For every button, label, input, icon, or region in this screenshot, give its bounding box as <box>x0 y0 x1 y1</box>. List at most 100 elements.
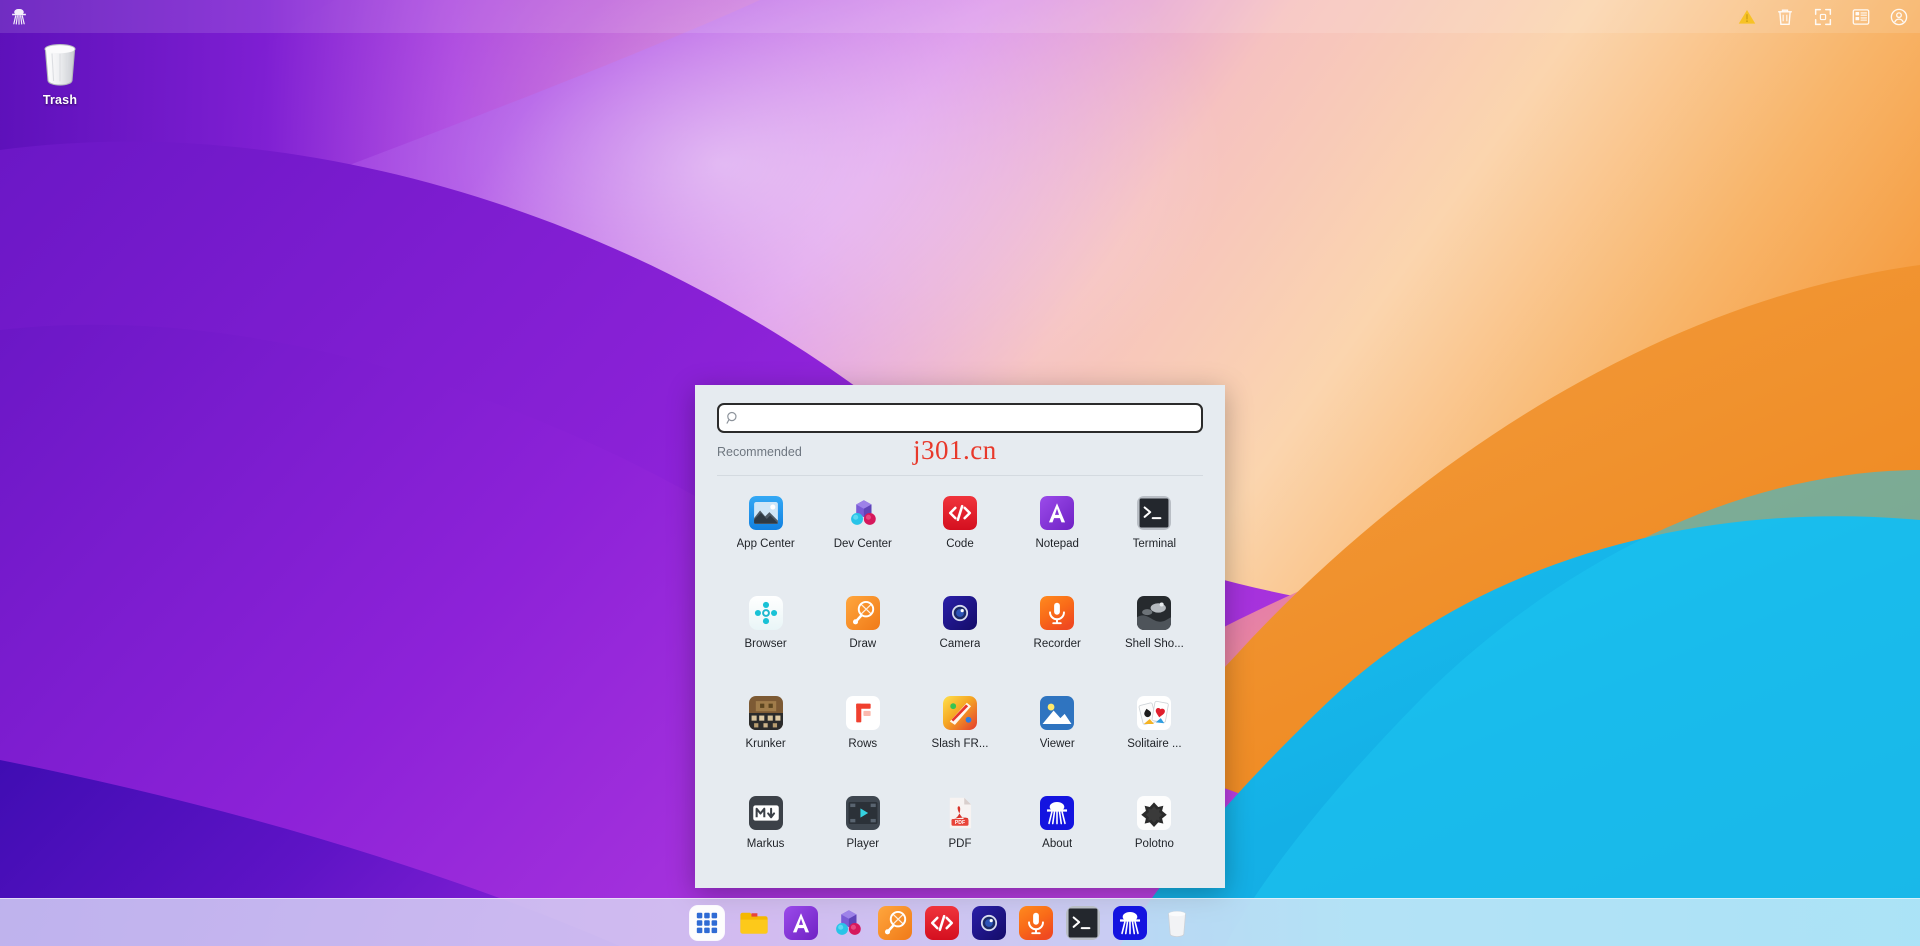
top-bar-right <box>1736 6 1920 28</box>
notepad-icon <box>1040 496 1075 530</box>
app-item-solitaire[interactable]: Solitaire ... <box>1106 686 1203 786</box>
app-item-label: About <box>1042 838 1073 850</box>
taskbar-item-files[interactable] <box>737 906 771 940</box>
recorder-icon <box>1019 905 1053 940</box>
app-item-camera[interactable]: Camera <box>911 586 1008 686</box>
taskbar-item-dev-center[interactable] <box>831 906 865 940</box>
app-item-dev-center[interactable]: Dev Center <box>814 486 911 586</box>
trash-icon <box>44 44 76 86</box>
app-item-polotno[interactable]: Polotno <box>1106 786 1203 886</box>
app-item-recorder[interactable]: Recorder <box>1009 586 1106 686</box>
app-item-label: Code <box>946 538 974 550</box>
shell-shocked-icon <box>1137 596 1172 630</box>
app-item-label: Krunker <box>745 738 786 750</box>
taskbar-item-draw[interactable] <box>878 905 912 940</box>
taskbar-item-terminal[interactable] <box>1066 905 1100 940</box>
recorder-icon <box>1040 596 1075 630</box>
app-item-pdf[interactable]: PDF PDF <box>911 786 1008 886</box>
app-item-shell-sho[interactable]: Shell Sho... <box>1106 586 1203 686</box>
trash-icon <box>1168 910 1186 937</box>
app-item-slash-fr[interactable]: Slash FR... <box>911 686 1008 786</box>
app-item-code[interactable]: Code <box>911 486 1008 586</box>
watermark-text: j301.cn <box>913 435 997 465</box>
warning-icon[interactable] <box>1736 6 1758 28</box>
about-logo-icon[interactable] <box>8 6 30 28</box>
app-item-label: Rows <box>848 738 878 750</box>
polotno-icon <box>1137 796 1172 830</box>
terminal-icon <box>1137 496 1172 530</box>
krunker-icon <box>748 696 783 730</box>
app-item-label: Shell Sho... <box>1124 638 1184 650</box>
desktop-icon-label: Trash <box>42 93 78 107</box>
app-item-label: Solitaire ... <box>1127 738 1182 750</box>
app-item-label: Notepad <box>1035 538 1079 550</box>
app-item-about[interactable]: About <box>1009 786 1106 886</box>
taskbar-item-trash[interactable] <box>1160 906 1194 940</box>
terminal-icon <box>1066 905 1100 940</box>
app-center-icon <box>748 496 783 530</box>
notepad-icon <box>1040 496 1075 530</box>
browser-icon <box>748 596 783 630</box>
app-item-label: Draw <box>849 638 877 650</box>
app-item-rows[interactable]: Rows <box>814 686 911 786</box>
viewer-icon <box>1040 696 1075 730</box>
shell-shocked-icon <box>1137 596 1172 630</box>
taskbar-item-notepad[interactable] <box>784 905 818 940</box>
app-grid: App Center Dev Center Code Notepad Terminal B… <box>717 486 1203 886</box>
svg-text:PDF: PDF <box>955 820 965 826</box>
app-item-notepad[interactable]: Notepad <box>1009 486 1106 586</box>
top-bar <box>0 0 1920 33</box>
app-item-krunker[interactable]: Krunker <box>717 686 814 786</box>
app-item-label: Terminal <box>1132 538 1177 550</box>
app-item-browser[interactable]: Browser <box>717 586 814 686</box>
grid-launcher-icon <box>690 905 724 940</box>
code-icon <box>925 905 959 940</box>
solitaire-icon <box>1137 696 1172 730</box>
terminal-icon <box>1137 496 1172 530</box>
rows-icon <box>845 696 880 730</box>
fullscreen-icon[interactable] <box>1812 6 1834 28</box>
app-item-label: Dev Center <box>833 538 892 550</box>
app-launcher-panel: Recommended j301.cn App Center Dev Center… <box>695 385 1225 888</box>
desktop-icon-trash[interactable]: Trash <box>22 40 98 107</box>
apps-list-icon[interactable] <box>1850 6 1872 28</box>
account-icon[interactable] <box>1888 6 1910 28</box>
taskbar-item-about[interactable] <box>1113 905 1147 940</box>
app-item-label: Recorder <box>1033 638 1081 650</box>
recommended-label: Recommended <box>717 445 802 459</box>
dev-center-icon <box>850 500 876 525</box>
app-item-viewer[interactable]: Viewer <box>1009 686 1106 786</box>
app-center-icon <box>748 496 783 530</box>
player-icon <box>845 796 880 830</box>
pdf-icon: PDF <box>949 797 972 829</box>
taskbar-item-code[interactable] <box>925 905 959 940</box>
browser-icon <box>748 596 783 630</box>
app-item-terminal[interactable]: Terminal <box>1106 486 1203 586</box>
app-item-player[interactable]: Player <box>814 786 911 886</box>
section-divider <box>717 475 1203 476</box>
app-item-label: Markus <box>746 838 785 850</box>
taskbar-item-show-apps[interactable] <box>690 905 724 940</box>
app-item-app-center[interactable]: App Center <box>717 486 814 586</box>
app-item-label: PDF <box>948 838 972 850</box>
code-icon <box>942 496 977 530</box>
about-icon <box>1040 796 1075 830</box>
folder-icon <box>740 912 768 934</box>
viewer-icon <box>1040 696 1075 730</box>
markus-icon <box>748 796 783 830</box>
search-input[interactable] <box>717 403 1203 433</box>
code-icon <box>942 496 977 530</box>
app-item-label: Polotno <box>1134 838 1174 850</box>
app-item-markus[interactable]: Markus <box>717 786 814 886</box>
about-icon <box>1113 905 1147 940</box>
taskbar-item-camera[interactable] <box>972 905 1006 940</box>
recorder-icon <box>1040 596 1075 630</box>
taskbar-item-recorder[interactable] <box>1019 905 1053 940</box>
trash-icon[interactable] <box>1774 6 1796 28</box>
notepad-icon <box>784 905 818 940</box>
app-item-label: Camera <box>939 638 981 650</box>
camera-icon <box>942 596 977 630</box>
app-item-draw[interactable]: Draw <box>814 586 911 686</box>
draw-icon <box>845 596 880 630</box>
search-container <box>717 403 1203 433</box>
